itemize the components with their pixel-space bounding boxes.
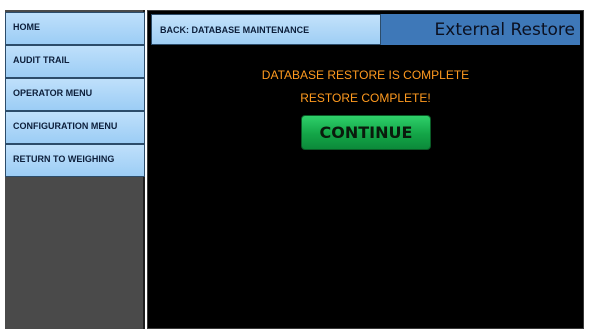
continue-button[interactable]: CONTINUE (301, 115, 431, 150)
sidebar-item-home[interactable]: HOME (5, 12, 145, 45)
page-title: External Restore (434, 19, 575, 40)
sidebar-item-label: HOME (13, 21, 40, 32)
back-button[interactable]: BACK: DATABASE MAINTENANCE (151, 14, 381, 45)
main-panel: BACK: DATABASE MAINTENANCE External Rest… (147, 10, 584, 329)
sidebar-item-label: OPERATOR MENU (13, 87, 93, 98)
sidebar-item-operator-menu[interactable]: OPERATOR MENU (5, 78, 145, 111)
sidebar: HOME AUDIT TRAIL OPERATOR MENU CONFIGURA… (5, 10, 145, 329)
sidebar-item-label: CONFIGURATION MENU (13, 120, 118, 131)
sidebar-item-configuration-menu[interactable]: CONFIGURATION MENU (5, 111, 145, 144)
sidebar-item-return-to-weighing[interactable]: RETURN TO WEIGHING (5, 144, 145, 177)
status-message-primary: DATABASE RESTORE IS COMPLETE (261, 68, 470, 82)
status-message-secondary: RESTORE COMPLETE! (300, 91, 431, 105)
page-title-bar: External Restore (381, 14, 580, 45)
back-button-label: BACK: DATABASE MAINTENANCE (160, 24, 310, 35)
continue-button-label: CONTINUE (319, 123, 413, 142)
top-strip (0, 0, 589, 10)
sidebar-item-audit-trail[interactable]: AUDIT TRAIL (5, 45, 145, 78)
sidebar-item-label: AUDIT TRAIL (13, 54, 70, 65)
sidebar-item-label: RETURN TO WEIGHING (13, 153, 115, 164)
